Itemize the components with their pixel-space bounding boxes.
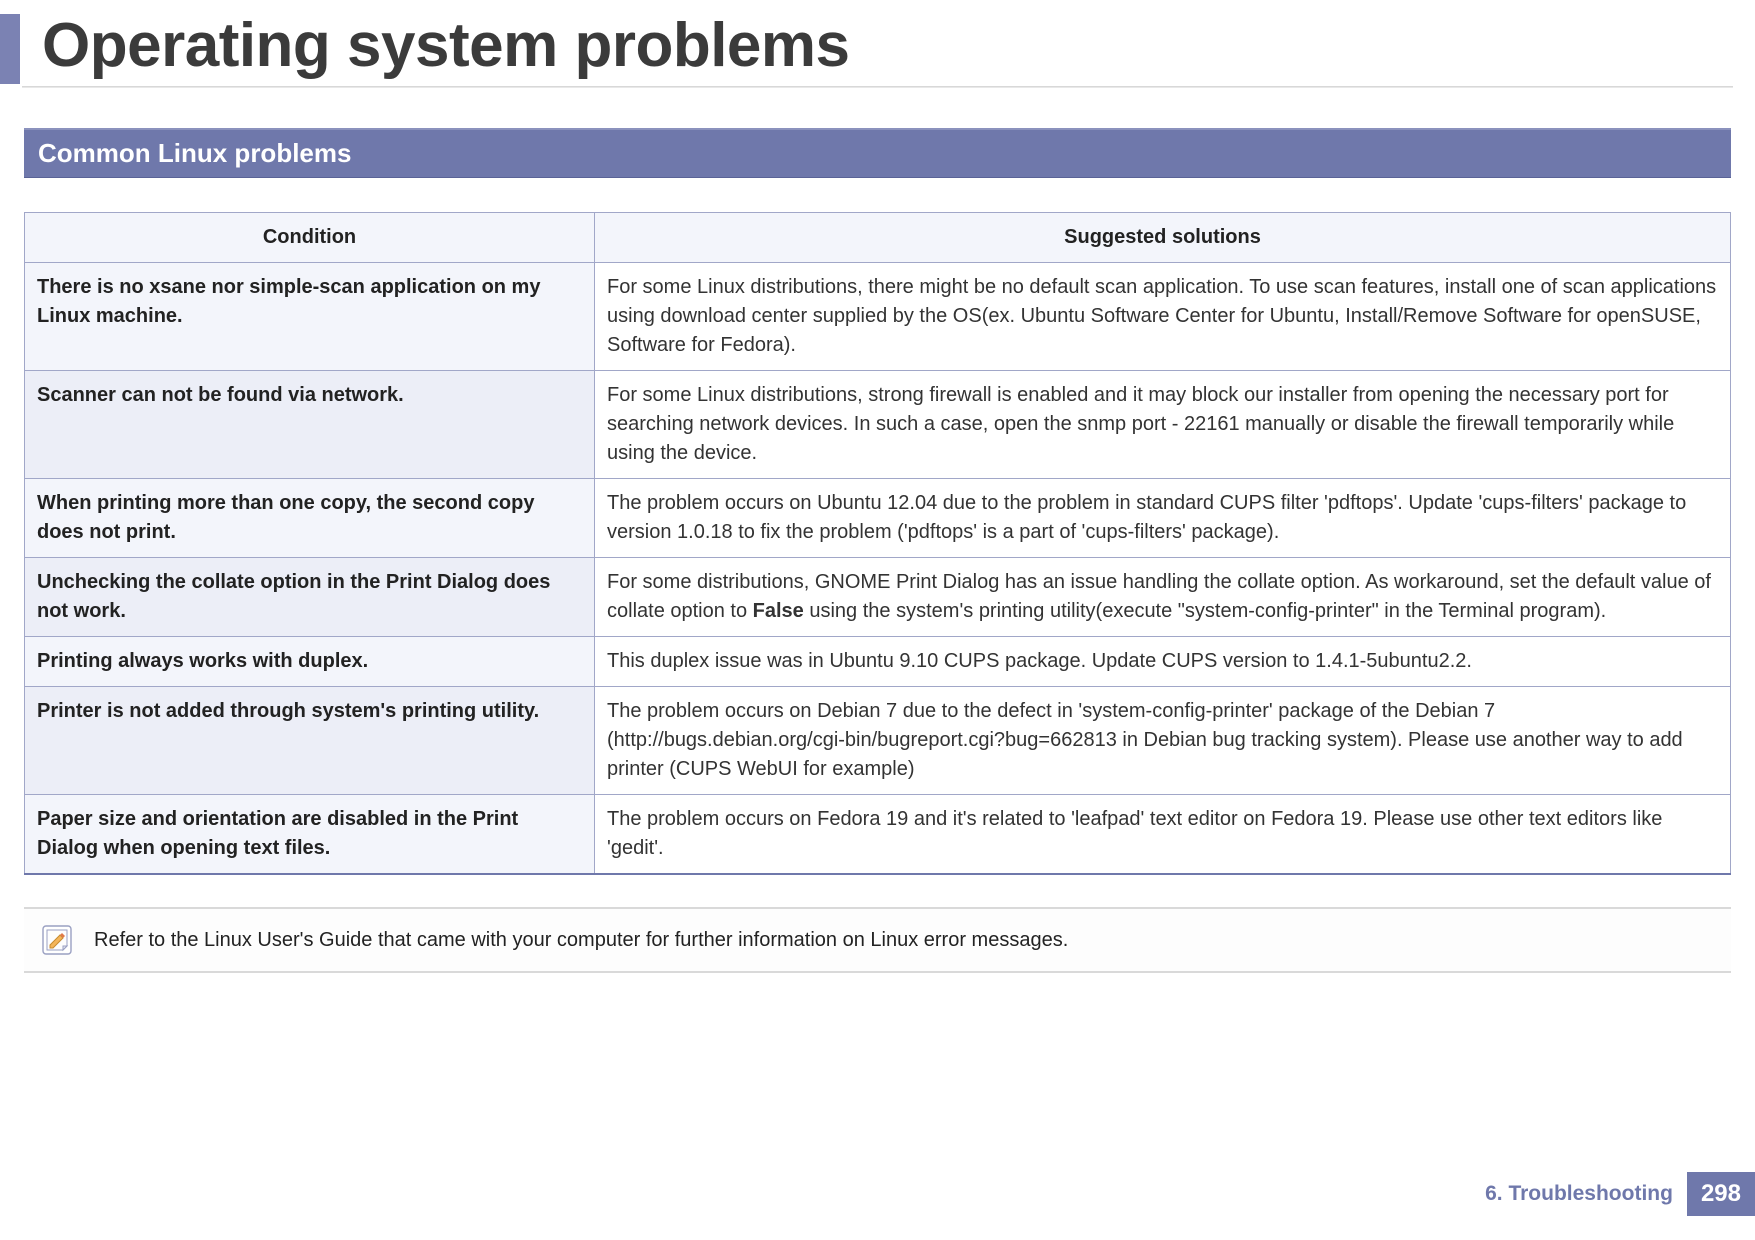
table-header-solution: Suggested solutions xyxy=(595,213,1731,263)
table-row: Printer is not added through system's pr… xyxy=(25,687,1731,795)
solution-cell: The problem occurs on Ubuntu 12.04 due t… xyxy=(595,479,1731,558)
table-row: When printing more than one copy, the se… xyxy=(25,479,1731,558)
condition-cell: When printing more than one copy, the se… xyxy=(25,479,595,558)
note-box: Refer to the Linux User's Guide that cam… xyxy=(24,907,1731,973)
condition-cell: There is no xsane nor simple-scan applic… xyxy=(25,263,595,371)
condition-cell: Printing always works with duplex. xyxy=(25,637,595,687)
condition-cell: Paper size and orientation are disabled … xyxy=(25,795,595,875)
title-accent-tab xyxy=(0,14,20,84)
table-row: Paper size and orientation are disabled … xyxy=(25,795,1731,875)
solution-cell: This duplex issue was in Ubuntu 9.10 CUP… xyxy=(595,637,1731,687)
table-row: Printing always works with duplex. This … xyxy=(25,637,1731,687)
note-text: Refer to the Linux User's Guide that cam… xyxy=(94,929,1068,952)
problems-table: Condition Suggested solutions There is n… xyxy=(24,212,1731,875)
condition-cell: Scanner can not be found via network. xyxy=(25,371,595,479)
footer: 6. Troubleshooting 298 xyxy=(1471,1172,1755,1216)
condition-cell: Printer is not added through system's pr… xyxy=(25,687,595,795)
table-header-condition: Condition xyxy=(25,213,595,263)
solution-cell: The problem occurs on Debian 7 due to th… xyxy=(595,687,1731,795)
footer-chapter: 6. Troubleshooting xyxy=(1471,1174,1687,1214)
table-row: Scanner can not be found via network. Fo… xyxy=(25,371,1731,479)
bold-text: False xyxy=(753,600,804,622)
table-row: Unchecking the collate option in the Pri… xyxy=(25,558,1731,637)
solution-cell: For some distributions, GNOME Print Dial… xyxy=(595,558,1731,637)
condition-cell: Unchecking the collate option in the Pri… xyxy=(25,558,595,637)
page-title: Operating system problems xyxy=(42,10,850,81)
solution-cell: For some Linux distributions, strong fir… xyxy=(595,371,1731,479)
note-icon xyxy=(40,923,74,957)
footer-page-number: 298 xyxy=(1687,1172,1755,1216)
solution-cell: For some Linux distributions, there migh… xyxy=(595,263,1731,371)
solution-cell: The problem occurs on Fedora 19 and it's… xyxy=(595,795,1731,875)
table-row: There is no xsane nor simple-scan applic… xyxy=(25,263,1731,371)
section-header: Common Linux problems xyxy=(24,128,1731,178)
